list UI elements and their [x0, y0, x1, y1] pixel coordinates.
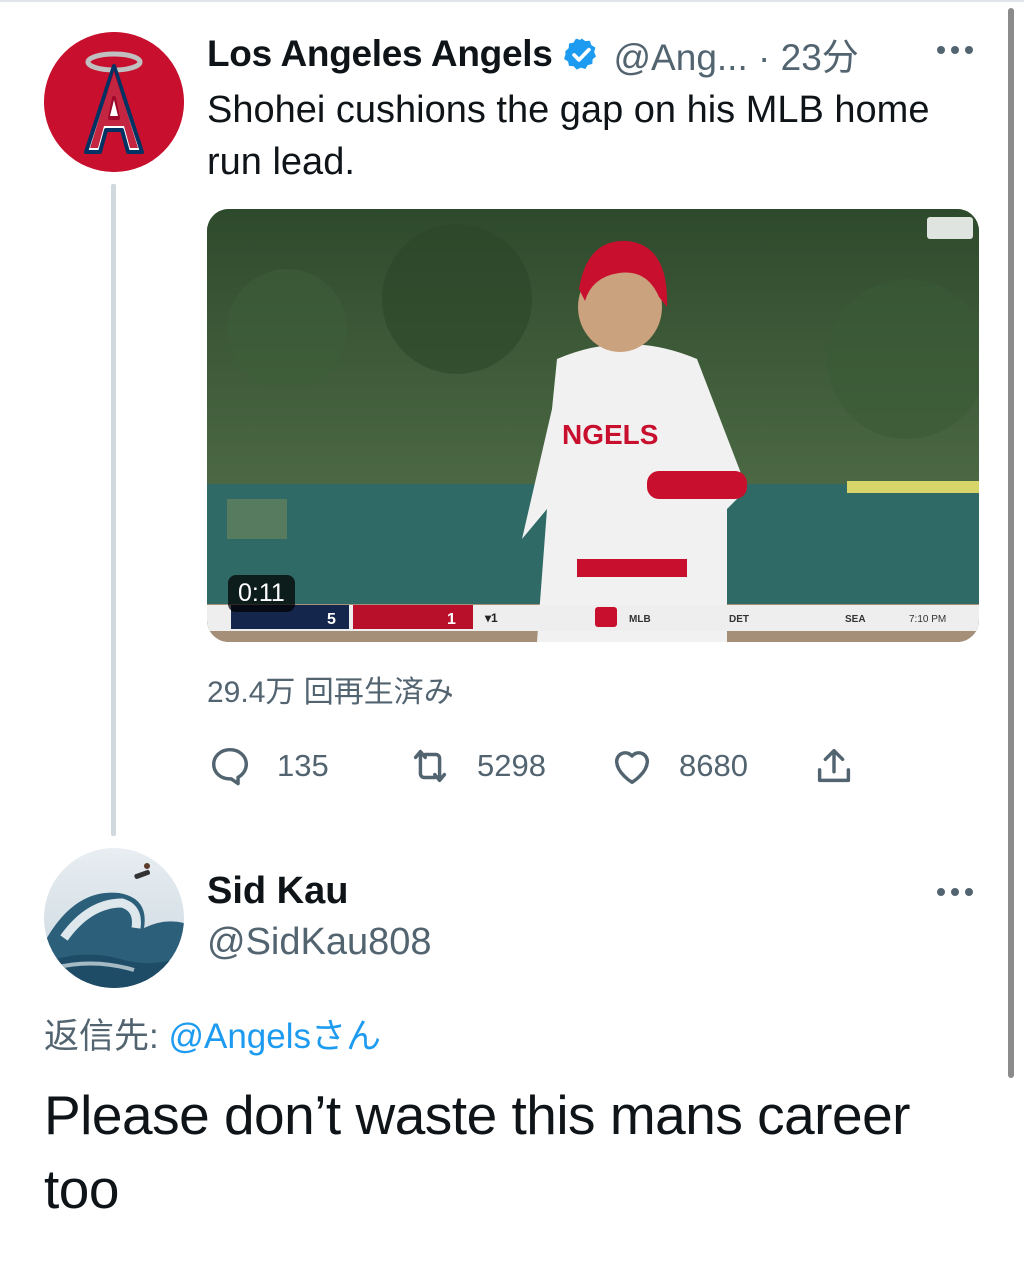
wave-surfer-icon	[44, 848, 184, 988]
verified-icon	[563, 37, 596, 70]
retweet-button[interactable]: 5298	[407, 738, 546, 794]
display-name[interactable]: Los Angeles Angels	[207, 33, 553, 75]
retweet-icon	[413, 749, 447, 783]
sid-kau-avatar[interactable]	[44, 848, 184, 988]
scoreboard-team-1: MLB	[629, 614, 651, 625]
reply-more-icon[interactable]	[934, 882, 976, 902]
thread-line	[111, 184, 116, 836]
tweet-actions: 135 5298 8680	[207, 738, 887, 794]
scrollbar[interactable]	[1008, 8, 1014, 1078]
more-icon[interactable]	[934, 40, 976, 60]
reply-icon	[211, 747, 249, 786]
top-divider	[0, 0, 1024, 2]
svg-text:NGELS: NGELS	[562, 419, 658, 450]
replying-to: 返信先: @Angelsさん	[44, 1008, 381, 1059]
reply-text: Please don’t waste this mans career too	[44, 1084, 911, 1220]
video-duration-badge: 0:11	[228, 575, 295, 612]
scoreboard-time: 7:10 PM	[909, 614, 946, 625]
share-icon	[817, 748, 851, 783]
retweet-count: 5298	[477, 748, 546, 783]
handle-and-time[interactable]: @Ang... · 23分	[614, 27, 859, 81]
reply-handle[interactable]: @SidKau808	[207, 921, 432, 964]
angels-logo-icon	[44, 32, 184, 172]
reply-count: 135	[277, 748, 329, 783]
share-button[interactable]	[811, 738, 857, 794]
scoreboard-inning: ▾1	[484, 611, 498, 625]
tweet-header: Los Angeles Angels @Ang... · 23分	[207, 30, 859, 78]
replying-mention-link[interactable]: @Angelsさん	[168, 1017, 381, 1056]
scoreboard-team-2: DET	[729, 614, 749, 625]
view-count: 29.4万 回再生済み	[207, 676, 454, 709]
like-icon	[614, 751, 650, 785]
like-button[interactable]: 8680	[609, 738, 748, 794]
reply-display-name[interactable]: Sid Kau	[207, 870, 348, 913]
video-frame: NGELS 5 1 ▾1 MLB DET SEA 7:10 PM	[207, 209, 979, 642]
tweet-text: Shohei cushions the gap on his MLB home …	[207, 89, 930, 183]
video-player[interactable]: NGELS 5 1 ▾1 MLB DET SEA 7:10 PM	[207, 209, 979, 642]
reply-button[interactable]: 135	[207, 738, 329, 794]
replying-label: 返信先:	[44, 1017, 159, 1056]
scoreboard-team-3: SEA	[845, 614, 866, 625]
angels-avatar[interactable]	[44, 32, 184, 172]
scoreboard-away-score: 5	[327, 611, 336, 628]
scoreboard-home-score: 1	[447, 611, 456, 628]
like-count: 8680	[679, 748, 748, 783]
